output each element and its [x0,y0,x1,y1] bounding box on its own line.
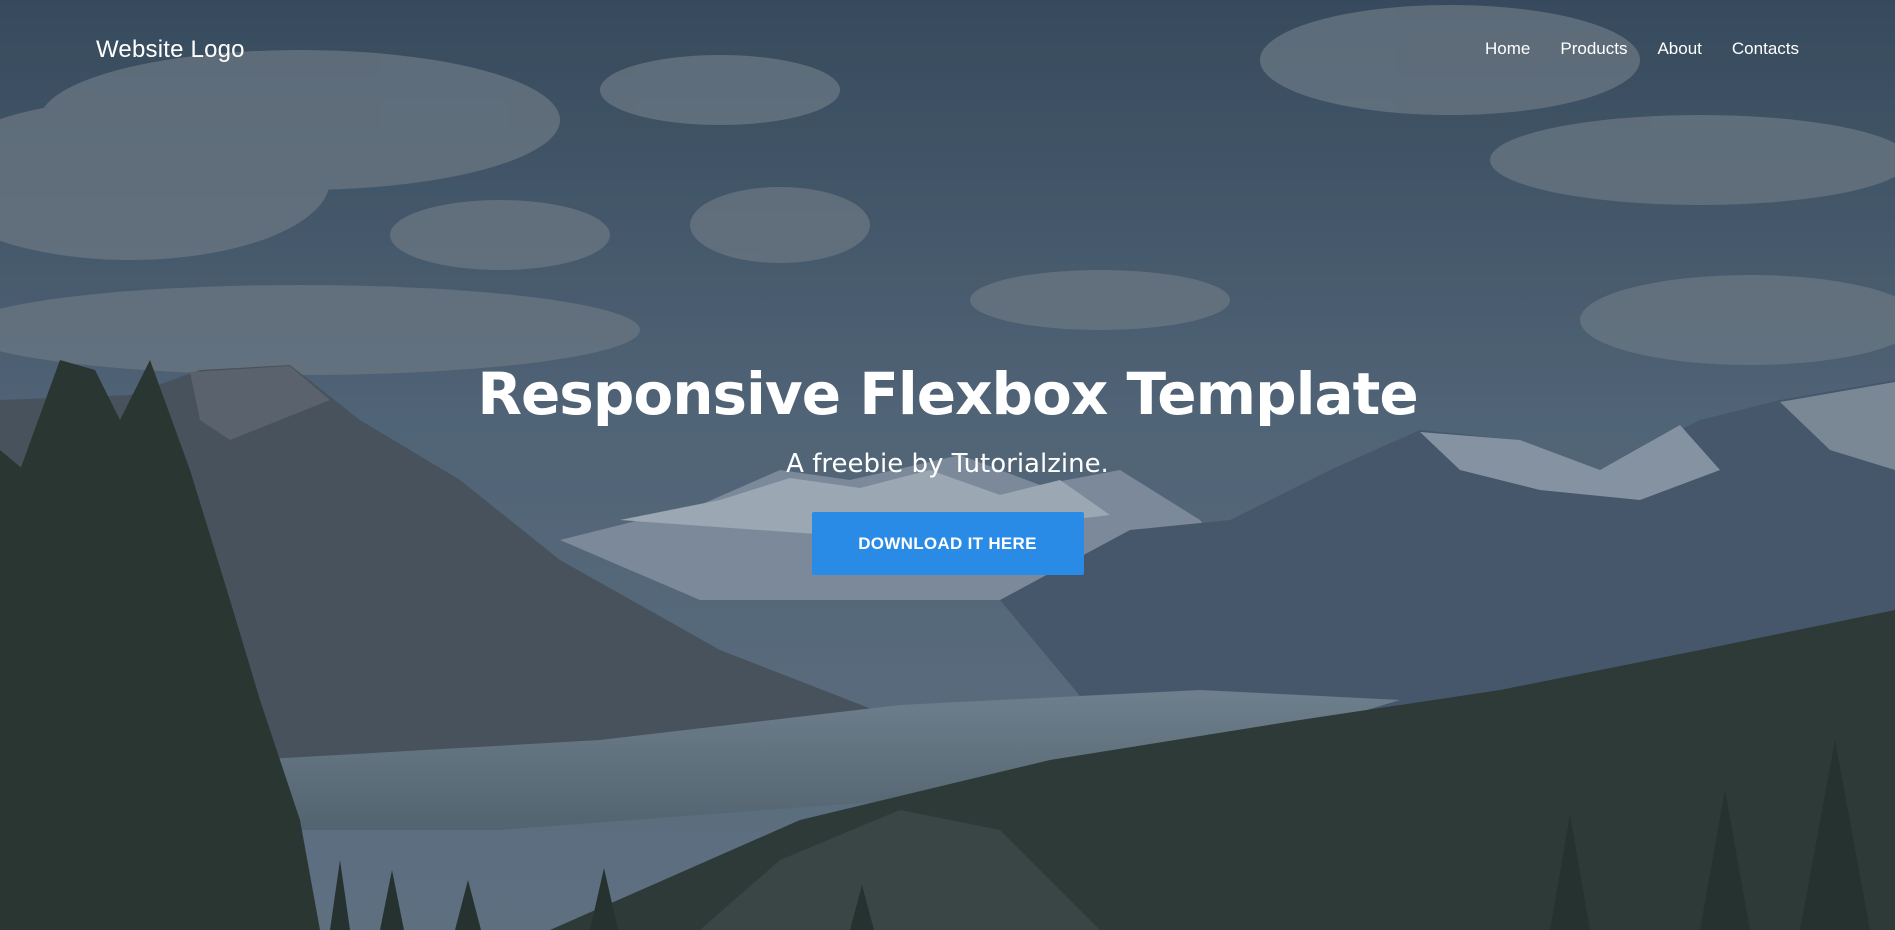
download-button[interactable]: DOWNLOAD IT HERE [811,512,1084,575]
hero-section: Website Logo Home Products About Contact… [0,0,1895,930]
hero-subtitle: A freebie by Tutorialzine. [786,449,1109,479]
nav-products[interactable]: Products [1560,39,1627,59]
nav-contacts[interactable]: Contacts [1732,39,1799,59]
main-nav: Home Products About Contacts [1485,39,1799,59]
site-header: Website Logo Home Products About Contact… [0,0,1895,100]
nav-about[interactable]: About [1657,39,1701,59]
hero-content: Responsive Flexbox Template A freebie by… [0,352,1895,575]
hero-title: Responsive Flexbox Template [477,360,1418,428]
website-logo[interactable]: Website Logo [96,36,245,64]
nav-home[interactable]: Home [1485,39,1530,59]
